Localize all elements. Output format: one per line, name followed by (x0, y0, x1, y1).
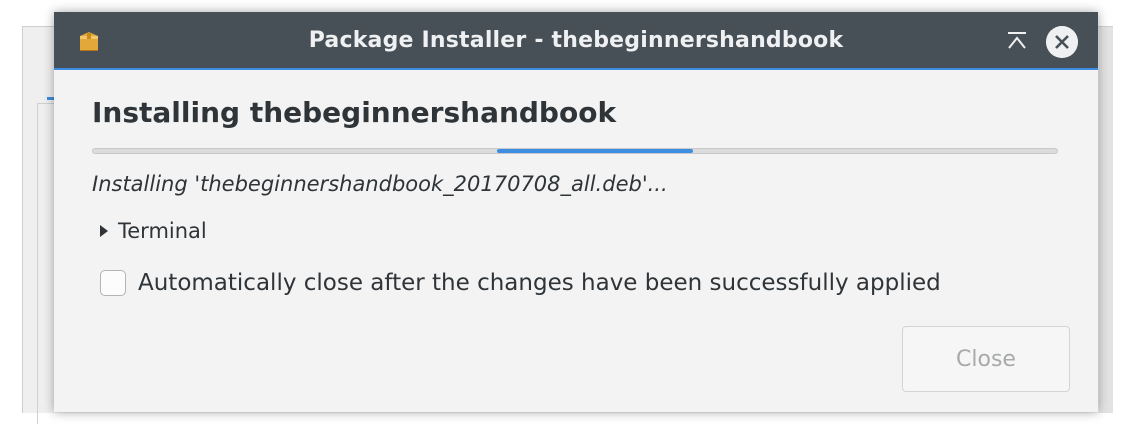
progress-bar (92, 148, 1058, 154)
window-title: Package Installer - thebeginnershandbook (308, 28, 844, 53)
title-bar[interactable]: Package Installer - thebeginnershandbook (54, 12, 1098, 70)
progress-indicator (497, 149, 693, 153)
keep-above-icon[interactable] (1004, 28, 1030, 54)
terminal-expander[interactable]: Terminal (100, 216, 207, 246)
close-icon[interactable] (1046, 26, 1078, 58)
auto-close-option[interactable]: Automatically close after the changes ha… (100, 265, 941, 301)
auto-close-checkbox[interactable] (100, 270, 126, 296)
disclosure-triangle-icon (100, 225, 108, 237)
auto-close-label: Automatically close after the changes ha… (138, 270, 941, 296)
status-message: Installing 'thebeginnershandbook_2017070… (92, 172, 668, 196)
terminal-label: Terminal (118, 219, 207, 243)
close-button[interactable]: Close (902, 326, 1070, 392)
package-installer-dialog: Package Installer - thebeginnershandbook… (54, 12, 1098, 412)
page-title: Installing thebeginnershandbook (92, 96, 617, 129)
background-window-edge (1099, 27, 1113, 413)
